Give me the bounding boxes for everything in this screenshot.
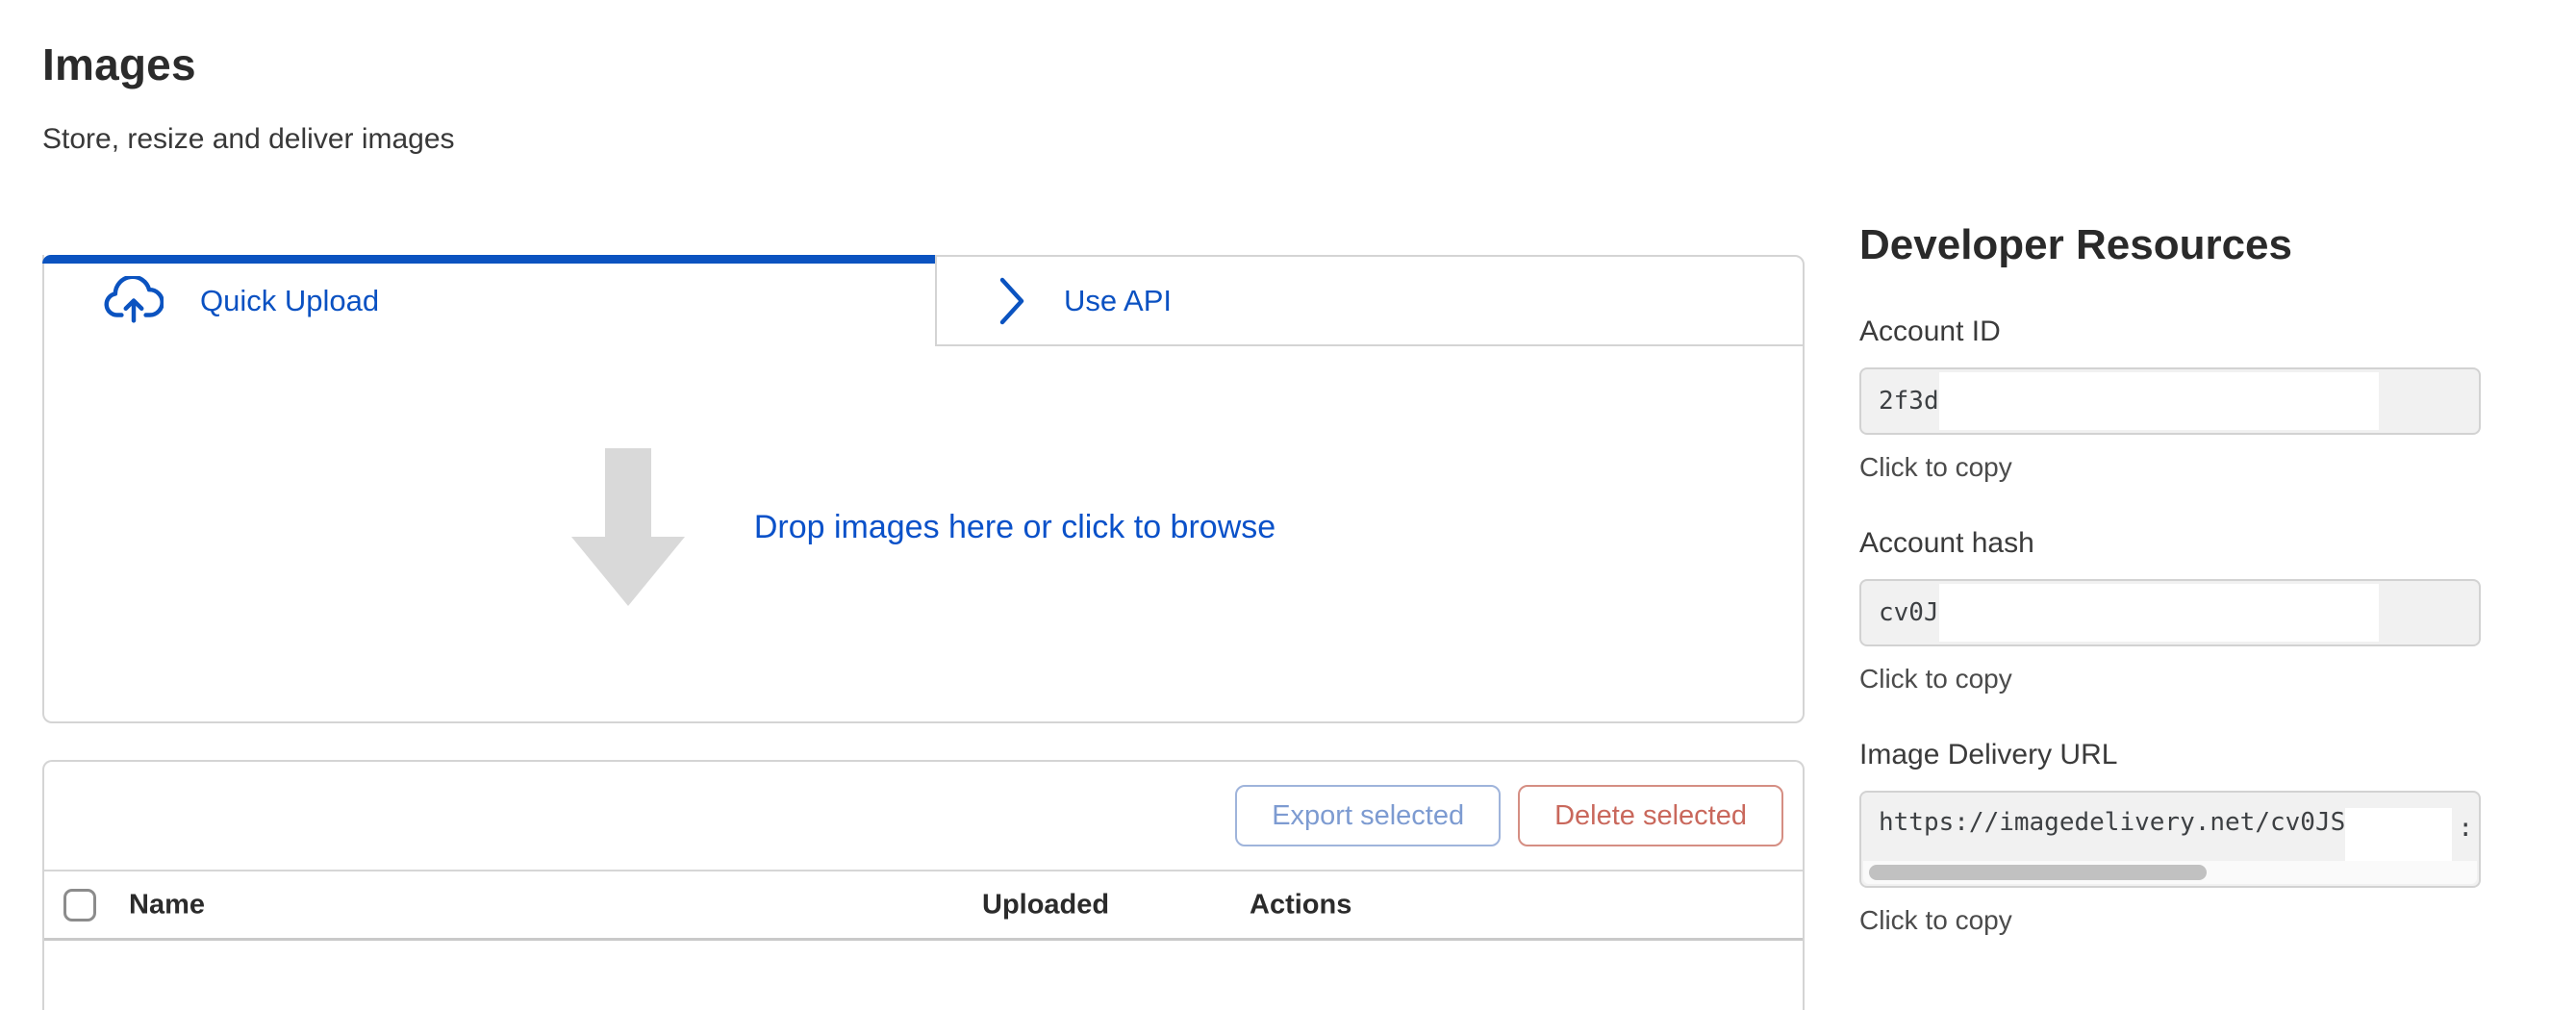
cloud-upload-icon (104, 276, 164, 326)
delete-selected-button[interactable]: Delete selected (1518, 785, 1783, 846)
upload-card: Quick Upload Use API Drop images here or… (42, 255, 1805, 723)
account-hash-label: Account hash (1859, 527, 2481, 560)
url-scrollbar-thumb[interactable] (1869, 865, 2207, 880)
dropzone-label: Drop images here or click to browse (754, 509, 1275, 546)
select-all-checkbox[interactable] (63, 889, 96, 922)
image-delivery-url-value: https://imagedelivery.net/cv0JS (1879, 808, 2345, 837)
column-header-uploaded: Uploaded (982, 889, 1109, 921)
image-delivery-url-copy-hint: Click to copy (1859, 905, 2481, 936)
chevron-right-icon (997, 275, 1027, 327)
tab-bar: Quick Upload Use API (42, 255, 1805, 346)
account-hash-group: Account hash cv0J Click to copy (1859, 527, 2481, 694)
export-selected-button[interactable]: Export selected (1235, 785, 1501, 846)
tab-quick-upload[interactable]: Quick Upload (42, 255, 935, 346)
account-id-value: 2f3d (1879, 387, 1939, 416)
tab-label-use-api: Use API (1064, 284, 1172, 318)
tab-use-api[interactable]: Use API (935, 255, 1805, 346)
image-dropzone[interactable]: Drop images here or click to browse (42, 346, 1805, 723)
redaction-overlay (1939, 584, 2379, 642)
dropzone-content: Drop images here or click to browse (571, 448, 1275, 606)
account-id-field[interactable]: 2f3d (1859, 367, 2481, 435)
image-delivery-url-group: Image Delivery URL https://imagedelivery… (1859, 739, 2481, 936)
url-scrollbar-track (1863, 861, 2477, 884)
image-list-card: Export selected Delete selected Name Upl… (42, 760, 1805, 1010)
column-header-actions: Actions (1250, 889, 1351, 921)
tab-label-quick-upload: Quick Upload (200, 284, 379, 318)
bulk-actions-row: Export selected Delete selected (44, 762, 1803, 870)
image-delivery-url-tail: : (2458, 814, 2473, 843)
account-hash-field[interactable]: cv0J (1859, 579, 2481, 646)
redaction-overlay (1939, 372, 2379, 430)
table-header-row: Name Uploaded Actions (44, 870, 1803, 941)
account-hash-copy-hint: Click to copy (1859, 664, 2481, 694)
developer-resources-title: Developer Resources (1859, 221, 2481, 269)
account-id-copy-hint: Click to copy (1859, 452, 2481, 483)
account-id-group: Account ID 2f3d Click to copy (1859, 316, 2481, 483)
developer-resources-panel: Developer Resources Account ID 2f3d Clic… (1859, 221, 2481, 980)
down-arrow-icon (571, 448, 685, 606)
account-id-label: Account ID (1859, 316, 2481, 348)
account-hash-value: cv0J (1879, 598, 1939, 627)
image-delivery-url-label: Image Delivery URL (1859, 739, 2481, 771)
image-delivery-url-field[interactable]: https://imagedelivery.net/cv0JS : (1859, 791, 2481, 888)
page-subtitle: Store, resize and deliver images (42, 123, 455, 156)
page-title: Images (42, 38, 196, 90)
column-header-name: Name (129, 889, 205, 921)
